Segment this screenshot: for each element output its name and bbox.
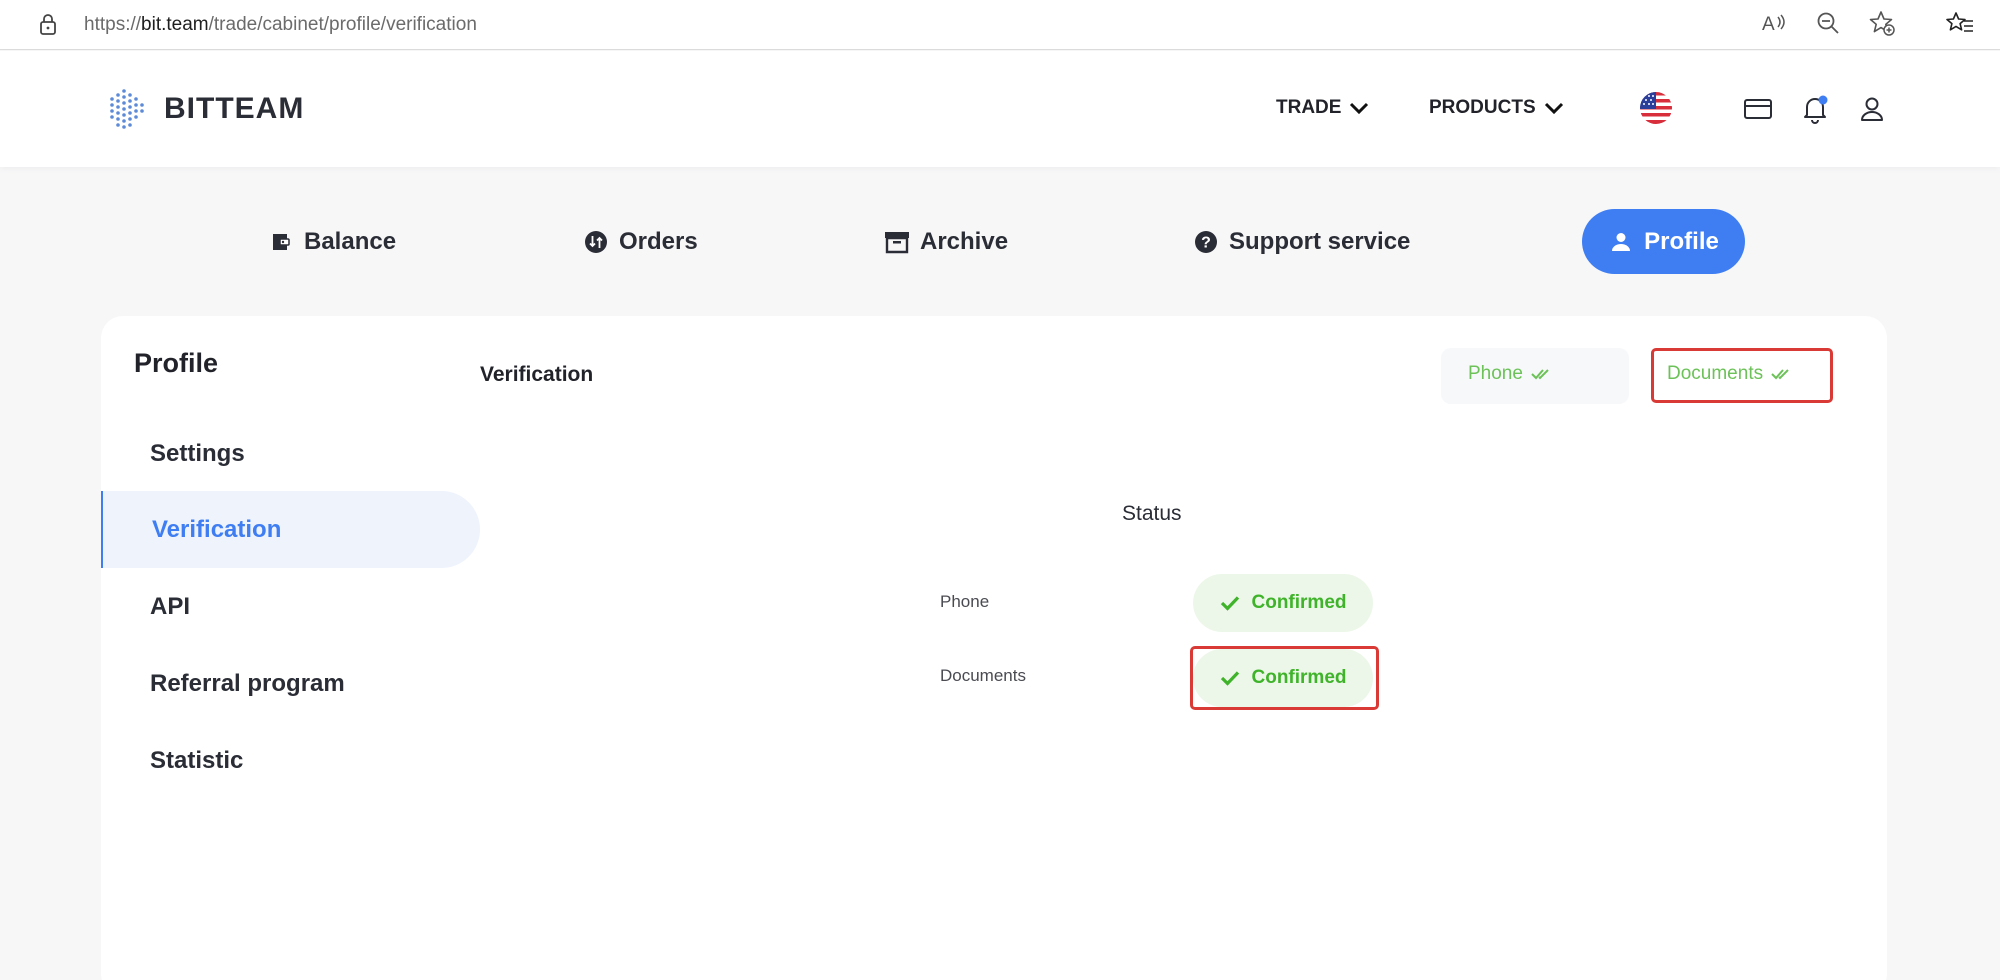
status-heading: Status — [1122, 502, 1182, 525]
site-header: BITTEAM TRADE PRODUCTS — [0, 51, 2000, 167]
user-icon[interactable] — [1856, 93, 1888, 125]
url-prefix: https:// — [84, 14, 142, 35]
chevron-down-icon — [1544, 102, 1563, 115]
segment-phone[interactable]: Phone — [1468, 363, 1551, 385]
status-badge-phone-text: Confirmed — [1251, 592, 1347, 613]
favorites-icon[interactable] — [1944, 8, 1976, 38]
nav-trade-dropdown[interactable]: TRADE — [1276, 97, 1369, 119]
tab-support-service[interactable]: ? Support service — [1193, 228, 1410, 256]
nav-trade-label: TRADE — [1276, 97, 1342, 118]
wallet-card-icon[interactable] — [1742, 93, 1774, 125]
tab-balance[interactable]: Balance — [268, 228, 396, 256]
url-text[interactable]: https://bit.team/trade/cabinet/profile/v… — [84, 14, 477, 36]
logo-mark-icon — [110, 89, 144, 129]
tab-archive-label: Archive — [920, 228, 1009, 255]
svg-text:?: ? — [1201, 235, 1211, 252]
svg-text:A: A — [1762, 14, 1775, 35]
add-favorite-icon[interactable] — [1866, 8, 1898, 38]
bell-icon[interactable] — [1799, 93, 1831, 125]
zoom-out-icon[interactable] — [1812, 8, 1844, 38]
segment-phone-label: Phone — [1468, 363, 1523, 384]
site-logo[interactable]: BITTEAM — [104, 85, 304, 133]
question-circle-icon: ? — [1193, 229, 1219, 255]
nav-products-dropdown[interactable]: PRODUCTS — [1429, 97, 1564, 119]
exchange-circle-icon — [583, 229, 609, 255]
nav-products-label: PRODUCTS — [1429, 97, 1536, 118]
tab-support-service-label: Support service — [1229, 228, 1411, 255]
sidebar-item-api[interactable]: API — [150, 593, 190, 621]
tab-archive[interactable]: Archive — [884, 228, 1008, 256]
us-flag-icon[interactable] — [1640, 92, 1672, 124]
archive-box-icon — [884, 229, 910, 255]
chevron-down-icon — [1350, 102, 1369, 115]
address-bar[interactable]: https://bit.team/trade/cabinet/profile/v… — [6, 3, 1916, 44]
browser-toolbar: https://bit.team/trade/cabinet/profile/v… — [0, 0, 2000, 50]
double-check-icon — [1531, 369, 1549, 380]
wallet-icon — [268, 229, 294, 255]
sidebar-item-referral-program[interactable]: Referral program — [150, 670, 345, 698]
url-path: /trade/cabinet/profile/verification — [208, 14, 477, 35]
logo-text: BITTEAM — [164, 92, 305, 125]
highlight-box-documents-tab — [1651, 348, 1833, 403]
url-host: bit.team — [141, 14, 209, 35]
section-title: Verification — [480, 363, 594, 386]
tab-orders[interactable]: Orders — [583, 228, 698, 256]
status-row-documents-label: Documents — [940, 666, 1026, 685]
status-badge-phone: Confirmed — [1193, 574, 1373, 632]
status-row-phone-label: Phone — [940, 592, 990, 611]
tab-balance-label: Balance — [304, 228, 397, 255]
read-aloud-icon[interactable]: A — [1758, 8, 1790, 38]
sidebar-item-verification-label[interactable]: Verification — [152, 516, 281, 544]
tab-profile[interactable]: Profile — [1582, 209, 1745, 274]
check-icon — [1220, 596, 1239, 611]
profile-card: Profile Settings Verification API Referr… — [101, 316, 1887, 980]
lock-icon[interactable] — [32, 12, 62, 38]
highlight-box-documents-status — [1190, 646, 1379, 710]
sidebar-item-settings[interactable]: Settings — [150, 440, 245, 468]
user-icon — [1608, 229, 1634, 255]
sidebar-title: Profile — [134, 348, 219, 378]
tab-profile-label: Profile — [1644, 227, 1719, 255]
tab-orders-label: Orders — [619, 228, 698, 255]
sidebar-item-statistic[interactable]: Statistic — [150, 747, 243, 775]
notification-dot — [1818, 95, 1828, 105]
